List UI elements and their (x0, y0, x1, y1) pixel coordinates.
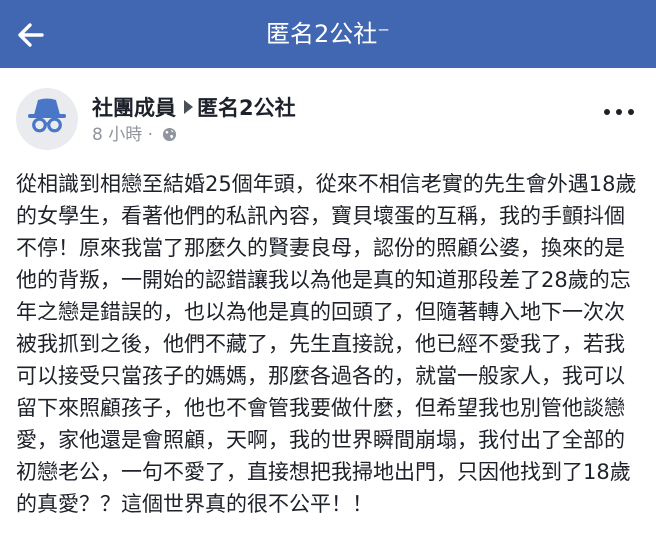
author-name[interactable]: 社團成員 (92, 96, 176, 120)
globe-icon (162, 126, 177, 142)
anonymous-member-avatar[interactable] (16, 88, 78, 150)
post-author-line: 社團成員 匿名2公社 (92, 94, 296, 122)
post-meta: 8 小時 · (92, 124, 177, 146)
incognito-icon (28, 98, 66, 133)
top-navigation-bar: 匿名2公社⁻ (0, 0, 656, 68)
post-text: 從相識到相戀至結婚25個年頭，從來不相信老實的先生會外遇18歲的女學生，看著他們… (16, 172, 637, 516)
post-options-button[interactable] (604, 106, 634, 118)
caret-right-icon (184, 100, 193, 114)
more-dots-icon (604, 109, 610, 115)
group-title[interactable]: 匿名2公社⁻ (0, 19, 656, 49)
post-timestamp[interactable]: 8 小時 · (92, 125, 153, 145)
group-name-link[interactable]: 匿名2公社 (197, 96, 296, 120)
post-header: 社團成員 匿名2公社 8 小時 · (0, 80, 656, 150)
